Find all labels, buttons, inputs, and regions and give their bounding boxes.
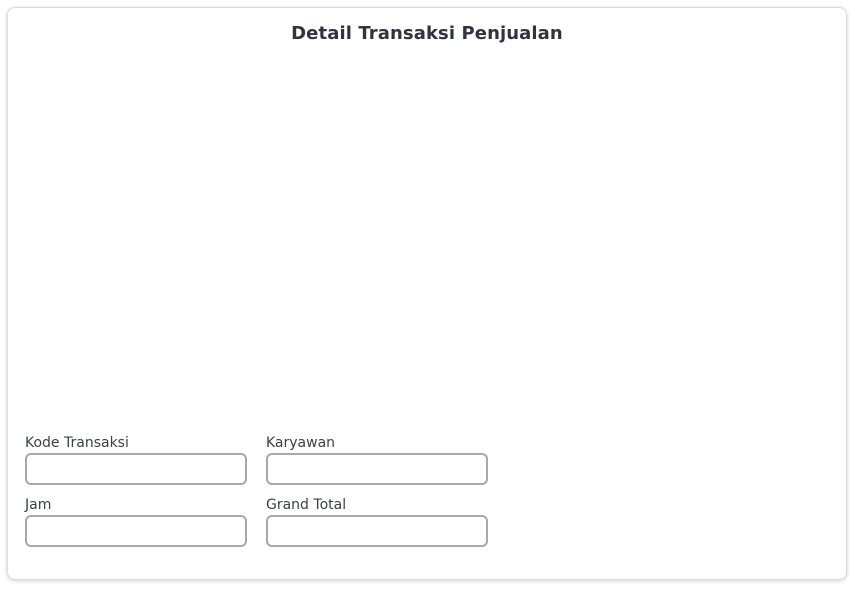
jam-field-group: Jam bbox=[25, 496, 247, 547]
kode-transaksi-input[interactable] bbox=[25, 453, 247, 485]
grand-total-field-group: Grand Total bbox=[266, 496, 488, 547]
jam-input[interactable] bbox=[25, 515, 247, 547]
kode-transaksi-field-group: Kode Transaksi bbox=[25, 434, 247, 485]
karyawan-field-group: Karyawan bbox=[266, 434, 488, 485]
karyawan-label: Karyawan bbox=[266, 435, 336, 451]
karyawan-input[interactable] bbox=[266, 453, 488, 485]
jam-label: Jam bbox=[25, 497, 52, 513]
grand-total-input[interactable] bbox=[266, 515, 488, 547]
grand-total-label: Grand Total bbox=[266, 497, 347, 513]
transaction-items-area bbox=[25, 60, 831, 430]
kode-transaksi-label: Kode Transaksi bbox=[25, 435, 129, 451]
page-title: Detail Transaksi Penjualan bbox=[291, 23, 563, 44]
transaction-detail-card: Detail Transaksi Penjualan Kode Transaks… bbox=[7, 7, 847, 580]
